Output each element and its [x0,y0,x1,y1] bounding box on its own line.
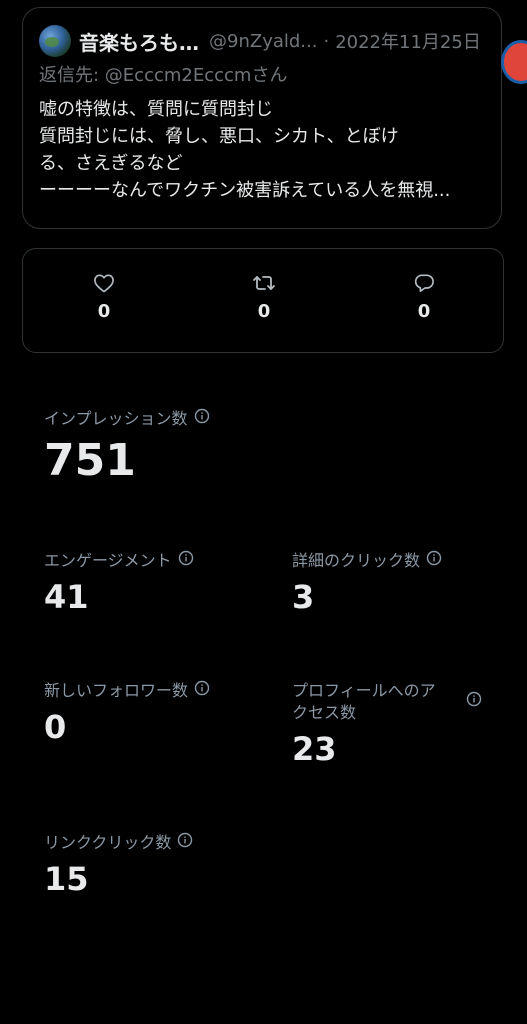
profile-visits-label-line: クセス数 [292,703,357,722]
tweet-text-line: る、さえぎるなど [39,153,183,174]
info-icon[interactable] [177,832,193,854]
reply-mention-link[interactable]: @Ecccm2Ecccmさん [105,65,288,86]
impressions-label: インプレッション数 [44,409,188,428]
user-handle: @9nZyald... [209,30,318,52]
engagements-label: エンゲージメント [44,551,172,570]
link-clicks-label: リンククリック数 [44,833,172,852]
tweet-text-line: 嘘の特徴は、質問に質問封じ [39,99,273,120]
tweet-date: 2022年11月25日 [335,32,481,53]
tweet-text: 嘘の特徴は、質問に質問封じ 質問封じには、脅し、悪口、シカト、とぼけ る、さえぎ… [39,96,485,204]
engagements-label-row: エンゲージメント [44,550,194,572]
replies-count: 0 [417,301,431,322]
link-clicks-label-row: リンククリック数 [44,832,193,854]
impressions-metric: インプレッション数 751 [44,408,210,486]
tweet-card[interactable]: 音楽もろも… @9nZyald... · 2022年11月25日 返信先: @E… [22,7,502,229]
engagements-value: 41 [44,578,89,616]
new-followers-label-row: 新しいフォロワー数 [44,680,210,702]
info-icon[interactable] [194,680,210,702]
detail-clicks-label-row: 詳細のクリック数 [292,550,442,572]
engagement-card: 0 0 0 [22,248,504,353]
floating-app-icon[interactable] [501,40,527,84]
impressions-label-row: インプレッション数 [44,408,210,430]
new-followers-value: 0 [44,708,67,746]
heart-icon [74,273,134,293]
info-icon[interactable] [194,408,210,430]
reply-icon [394,273,454,293]
info-icon[interactable] [426,550,442,572]
detail-clicks-label: 詳細のクリック数 [292,551,421,570]
likes-count: 0 [97,301,111,322]
avatar[interactable] [39,25,71,57]
profile-visits-label-row: プロフィールへのア クセス数 [292,680,492,724]
tweet-text-line: ーーーーなんでワクチン被害訴えている人を無視... [39,180,451,201]
profile-visits-label: プロフィールへのア クセス数 [292,680,452,724]
retweets-stat[interactable]: 0 [234,273,294,322]
separator-dot: · [323,30,330,52]
tweet-text-line: 質問封じには、脅し、悪口、シカト、とぼけ [39,126,399,147]
reply-to-line: 返信先: @Ecccm2Ecccmさん [39,64,485,88]
replies-stat[interactable]: 0 [394,273,454,322]
link-clicks-metric: リンククリック数 15 [44,832,193,898]
engagements-metric: エンゲージメント 41 [44,550,194,616]
info-icon[interactable] [466,691,482,713]
info-icon[interactable] [178,550,194,572]
tweet-header: 音楽もろも… @9nZyald... · 2022年11月25日 [39,24,485,58]
impressions-value: 751 [44,435,136,486]
detail-clicks-metric: 詳細のクリック数 3 [292,550,442,616]
profile-visits-metric: プロフィールへのア クセス数 23 [292,680,492,768]
link-clicks-value: 15 [44,860,89,898]
display-name: 音楽もろも… [79,30,199,55]
detail-clicks-value: 3 [292,578,315,616]
new-followers-label: 新しいフォロワー数 [44,681,189,700]
reply-to-prefix: 返信先: [39,65,105,86]
new-followers-metric: 新しいフォロワー数 0 [44,680,210,746]
profile-visits-value: 23 [292,730,337,768]
profile-visits-label-line: プロフィールへのア [292,681,436,700]
retweet-icon [234,273,294,293]
likes-stat[interactable]: 0 [74,273,134,322]
retweets-count: 0 [257,301,271,322]
